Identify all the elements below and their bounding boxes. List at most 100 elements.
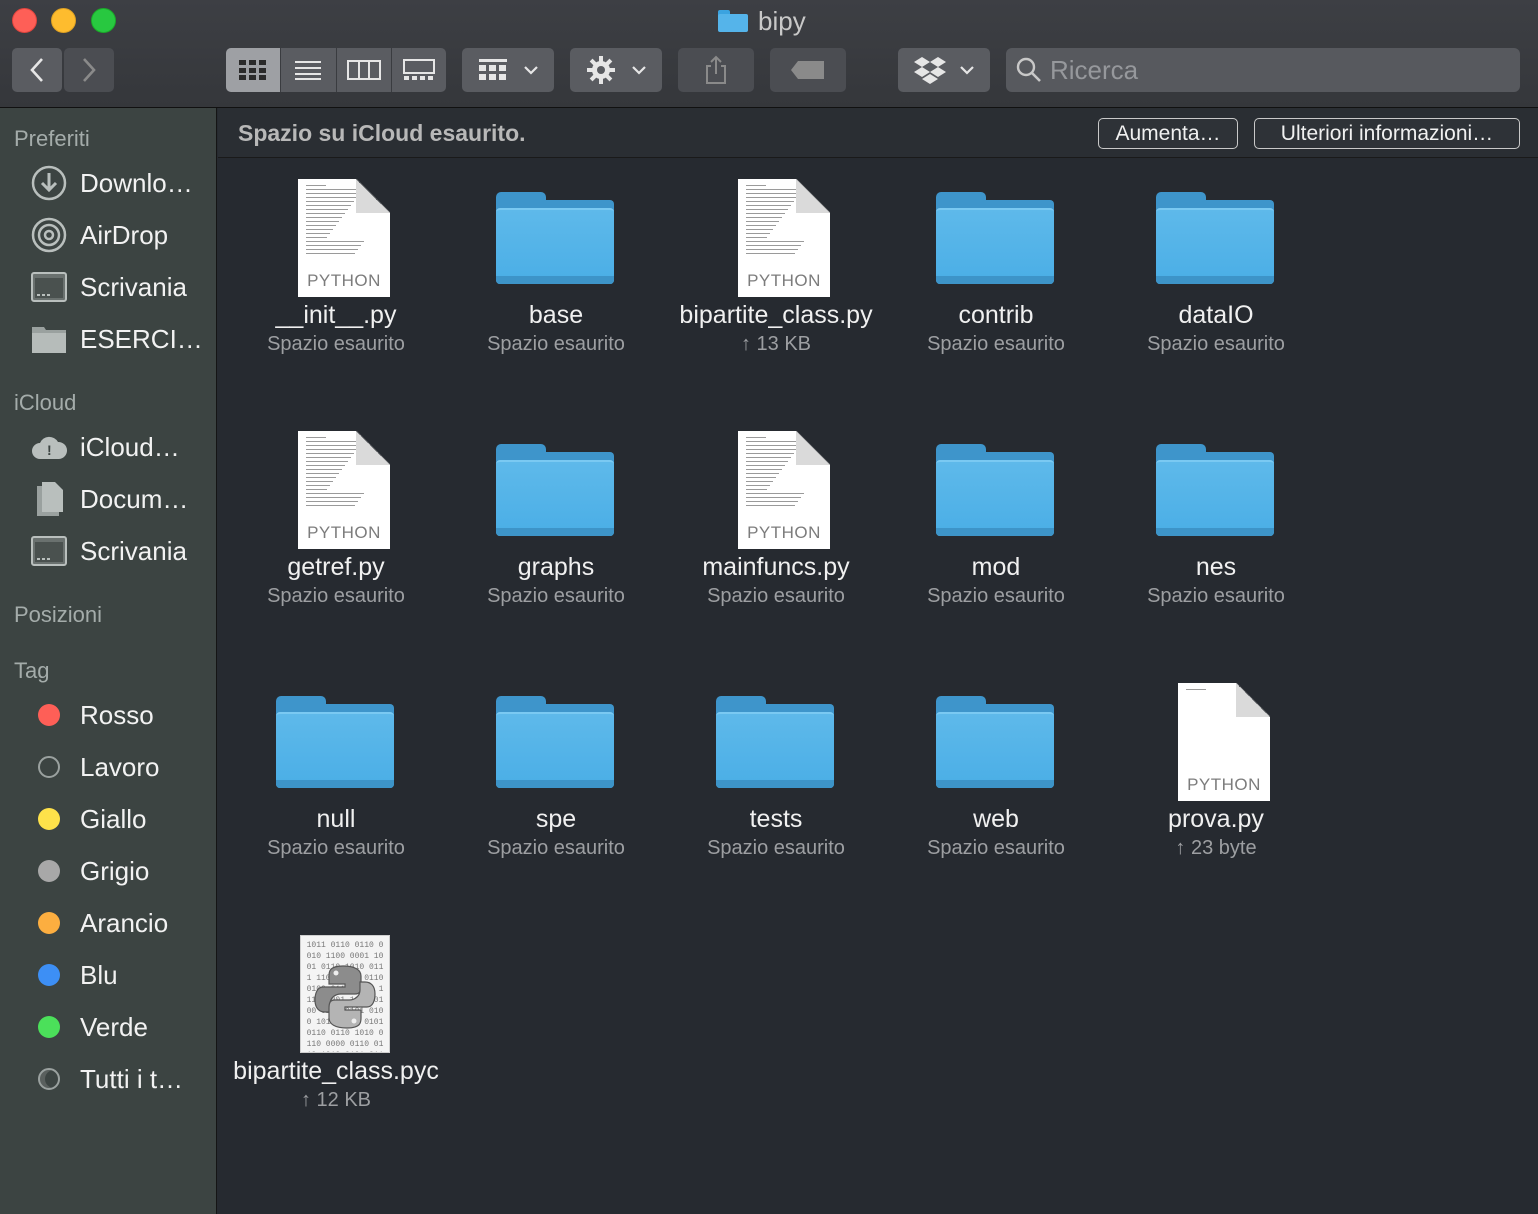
search-icon xyxy=(1016,57,1041,82)
file-status: Spazio esaurito xyxy=(487,837,625,859)
folder-item[interactable]: null Spazio esaurito xyxy=(226,663,446,861)
file-item[interactable]: PYTHON getref.py Spazio esaurito xyxy=(226,411,446,609)
chevron-left-icon xyxy=(30,58,43,82)
sidebar-section-locations[interactable]: Posizioni xyxy=(14,602,102,628)
folder-item[interactable]: base Spazio esaurito xyxy=(446,159,666,357)
list-view-button[interactable] xyxy=(281,48,337,92)
action-menu-button[interactable] xyxy=(570,48,662,92)
sidebar-item-desktop[interactable]: Scrivania xyxy=(30,267,187,307)
file-name: nes xyxy=(1195,553,1237,581)
sidebar-item-downloads[interactable]: Downlo… xyxy=(30,163,193,203)
folder-item[interactable]: tests Spazio esaurito xyxy=(666,663,886,861)
file-status: Spazio esaurito xyxy=(267,333,405,355)
file-name: graphs xyxy=(517,553,595,581)
gallery-view-button[interactable] xyxy=(392,48,446,92)
share-button[interactable] xyxy=(678,48,754,92)
search-field[interactable] xyxy=(1006,48,1520,92)
tag-color-dot-icon xyxy=(38,756,60,778)
file-icon-area: PYTHON xyxy=(1106,663,1326,803)
file-name: tests xyxy=(749,805,803,833)
sidebar-item-label: Downlo… xyxy=(80,167,193,198)
share-icon xyxy=(706,55,726,84)
folder-item[interactable]: nes Spazio esaurito xyxy=(1106,411,1326,609)
sidebar-item-icloud-desktop[interactable]: Scrivania xyxy=(30,531,187,571)
sidebar-item-airdrop[interactable]: AirDrop xyxy=(30,215,168,255)
python-logo-icon xyxy=(314,965,376,1029)
file-status: Spazio esaurito xyxy=(707,585,845,607)
file-item[interactable]: PYTHON mainfuncs.py Spazio esaurito xyxy=(666,411,886,609)
sidebar-tag-item[interactable]: Tutti i t… xyxy=(30,1059,183,1099)
file-item[interactable]: PYTHON prova.py ↑ 23 byte xyxy=(1106,663,1326,861)
python-file-icon: PYTHON xyxy=(738,431,830,549)
desktop-icon xyxy=(30,268,68,306)
tag-button[interactable] xyxy=(770,48,846,92)
folder-item[interactable]: web Spazio esaurito xyxy=(886,663,1106,861)
file-name: base xyxy=(528,301,584,329)
file-status: Spazio esaurito xyxy=(707,837,845,859)
document-icon xyxy=(30,480,68,518)
file-icon-area xyxy=(446,411,666,551)
banner-message: Spazio su iCloud esaurito. xyxy=(238,120,526,146)
file-icon-area xyxy=(1106,411,1326,551)
file-icon-area: PYTHON xyxy=(666,411,886,551)
tag-color-dot-icon xyxy=(38,860,60,882)
folder-item[interactable]: mod Spazio esaurito xyxy=(886,411,1106,609)
sidebar-tag-label: Tutti i t… xyxy=(80,1063,184,1094)
search-input[interactable] xyxy=(1050,54,1510,86)
folder-item[interactable]: contrib Spazio esaurito xyxy=(886,159,1106,357)
file-item[interactable]: 1011 0110 0110 0010 1100 0001 1001 0110 … xyxy=(226,915,446,1113)
icloud-storage-banner: Spazio su iCloud esaurito. Aumenta… Ulte… xyxy=(218,108,1538,158)
sidebar-item-icloud-drive[interactable]: ! iCloud… xyxy=(30,427,180,467)
file-status: Spazio esaurito xyxy=(267,837,405,859)
sidebar-tag-item[interactable]: Giallo xyxy=(30,799,146,839)
file-name: getref.py xyxy=(287,553,385,581)
file-status: ↑ 23 byte xyxy=(1175,837,1257,859)
group-grid-icon xyxy=(479,59,507,80)
file-status: Spazio esaurito xyxy=(1147,585,1285,607)
sidebar-tag-item[interactable]: Verde xyxy=(30,1007,148,1047)
dropbox-button[interactable] xyxy=(898,48,990,92)
zoom-button[interactable] xyxy=(91,8,116,33)
folder-item[interactable]: spe Spazio esaurito xyxy=(446,663,666,861)
file-type-label: PYTHON xyxy=(1187,775,1261,794)
folder-icon xyxy=(496,444,614,538)
sidebar-tag-item[interactable]: Arancio xyxy=(30,903,168,943)
folder-item[interactable]: dataIO Spazio esaurito xyxy=(1106,159,1326,357)
file-status: Spazio esaurito xyxy=(927,837,1065,859)
file-icon-area: PYTHON xyxy=(666,159,886,299)
file-name: web xyxy=(973,805,1019,833)
folder-item[interactable]: graphs Spazio esaurito xyxy=(446,411,666,609)
file-name: contrib xyxy=(958,301,1034,329)
close-button[interactable] xyxy=(12,8,37,33)
column-view-button[interactable] xyxy=(337,48,392,92)
folder-icon xyxy=(276,696,394,790)
file-icon-area xyxy=(886,663,1106,803)
sidebar-tag-item[interactable]: Rosso xyxy=(30,695,154,735)
file-icon-area: 1011 0110 0110 0010 1100 0001 1001 0110 … xyxy=(226,915,446,1055)
sidebar-tag-item[interactable]: Lavoro xyxy=(30,747,160,787)
back-button[interactable] xyxy=(12,48,62,92)
sidebar-tag-item[interactable]: Grigio xyxy=(30,851,149,891)
file-icon-area: PYTHON xyxy=(226,411,446,551)
sidebar-item-documents[interactable]: Docum… xyxy=(30,479,188,519)
group-by-button[interactable] xyxy=(462,48,554,92)
more-info-button[interactable]: Ulteriori informazioni… xyxy=(1254,118,1520,149)
sidebar-tag-label: Giallo xyxy=(80,803,147,834)
forward-button[interactable] xyxy=(64,48,114,92)
sidebar: Preferiti Downlo… AirDrop Scrivania ESER… xyxy=(0,108,217,1214)
tag-color-dot-icon xyxy=(38,1016,60,1038)
sidebar-tag-item[interactable]: Blu xyxy=(30,955,118,995)
tag-color-dot-icon xyxy=(38,964,60,986)
increase-storage-button[interactable]: Aumenta… xyxy=(1098,118,1238,149)
file-status: Spazio esaurito xyxy=(487,333,625,355)
minimize-button[interactable] xyxy=(51,8,76,33)
file-item[interactable]: PYTHON bipartite_class.py ↑ 13 KB xyxy=(666,159,886,357)
file-icon-area: PYTHON xyxy=(226,159,446,299)
sidebar-item-esercizi[interactable]: ESERCI… xyxy=(30,319,203,359)
icon-view-button[interactable] xyxy=(226,48,282,92)
sidebar-section-tags: Tag xyxy=(14,658,50,683)
file-name: mainfuncs.py xyxy=(702,553,850,581)
file-type-label: PYTHON xyxy=(307,271,381,290)
file-item[interactable]: PYTHON __init__.py Spazio esaurito xyxy=(226,159,446,357)
sidebar-section-icloud: iCloud xyxy=(14,390,77,415)
